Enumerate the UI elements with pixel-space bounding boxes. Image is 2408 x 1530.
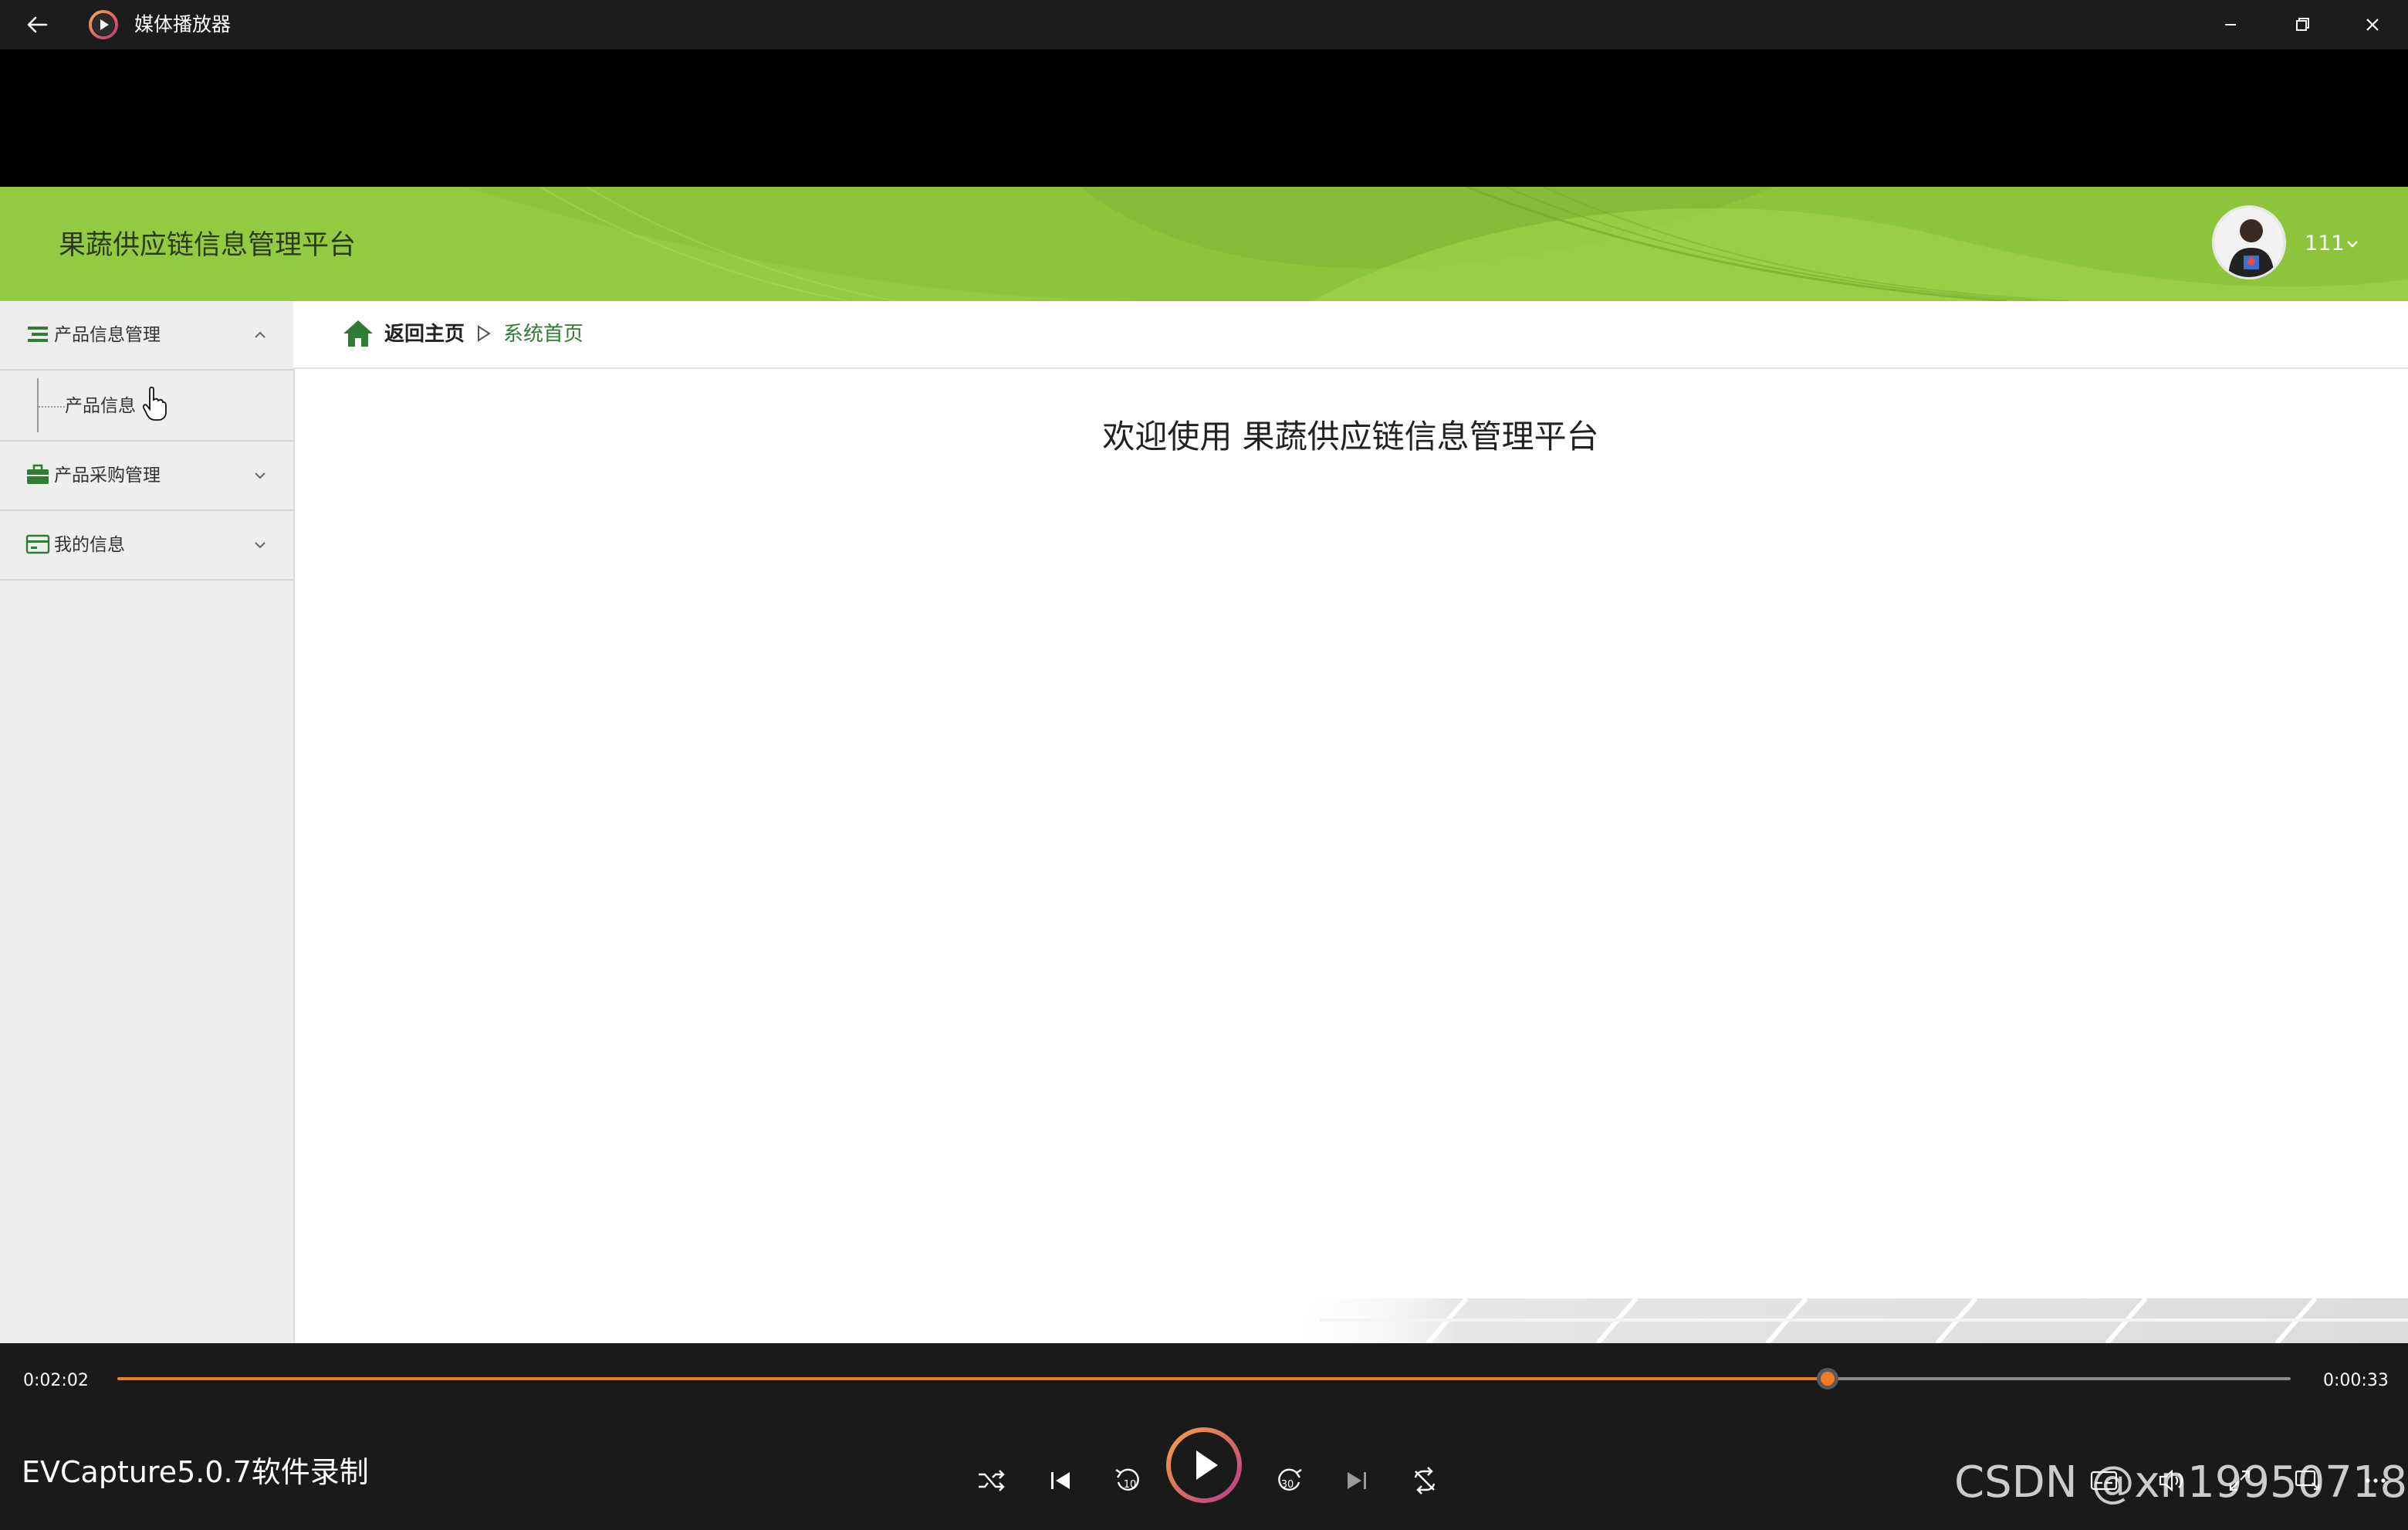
chevron-down-icon[interactable]	[252, 468, 269, 483]
current-time: 0:02:02	[23, 1371, 89, 1390]
site-title: 果蔬供应链信息管理平台	[59, 230, 357, 261]
sidebar-group-procurement[interactable]: 产品采购管理	[0, 440, 293, 511]
chevron-down-icon[interactable]	[252, 537, 269, 553]
media-player-app-icon	[89, 10, 118, 39]
user-name[interactable]: 111	[2305, 187, 2345, 301]
video-frame-webapp: 果蔬供应链信息管理平台 111 产品信息管理 产品信息 产品采购管理 我的信息 …	[0, 187, 2408, 1343]
rewind-10-icon[interactable]: 10	[1110, 1462, 1147, 1499]
breadcrumb-current[interactable]: 系统首页	[503, 301, 583, 367]
hand-pointer-cursor-icon	[142, 386, 167, 421]
tree-line	[39, 406, 65, 408]
shuffle-icon[interactable]	[972, 1462, 1010, 1499]
next-icon[interactable]	[1338, 1462, 1375, 1499]
watermark-text: CSDN @xn19950718	[1954, 1457, 2408, 1508]
sidebar-item-product-info[interactable]: 产品信息	[0, 371, 293, 440]
svg-text:30: 30	[1281, 1479, 1294, 1491]
user-avatar[interactable]	[2212, 205, 2286, 279]
breadcrumb: 返回主页 系统首页	[293, 301, 2408, 369]
chevron-down-icon[interactable]	[2345, 236, 2360, 252]
back-arrow-icon[interactable]	[20, 9, 54, 40]
triangle-right-icon	[478, 325, 491, 342]
window-titlebar: 媒体播放器	[0, 0, 2408, 49]
tree-line	[37, 378, 39, 432]
sidebar-group-label: 产品采购管理	[54, 465, 161, 486]
svg-text:10: 10	[1124, 1479, 1137, 1491]
sidebar-group-product-info[interactable]: 产品信息管理	[0, 301, 293, 371]
sidebar-item-label: 产品信息	[65, 396, 136, 416]
window-title: 媒体播放器	[134, 13, 232, 36]
play-icon[interactable]	[1165, 1427, 1243, 1504]
seek-bar[interactable]	[117, 1376, 2291, 1382]
previous-icon[interactable]	[1042, 1462, 1079, 1499]
welcome-heading: 欢迎使用 果蔬供应链信息管理平台	[1102, 418, 1599, 455]
briefcase-icon	[27, 464, 49, 484]
breadcrumb-home-link[interactable]: 返回主页	[384, 301, 465, 367]
sidebar-group-label: 我的信息	[54, 535, 125, 555]
sidebar-group-label: 产品信息管理	[54, 325, 161, 345]
minimize-icon[interactable]	[2207, 6, 2254, 43]
seek-thumb[interactable]	[1815, 1366, 1840, 1391]
remaining-time: 0:00:33	[2323, 1371, 2389, 1390]
restore-icon[interactable]	[2278, 6, 2325, 43]
decorative-tiles	[1289, 1298, 2408, 1343]
card-icon	[25, 534, 50, 554]
repeat-icon[interactable]	[1406, 1462, 1443, 1499]
header-background-waves	[0, 187, 2408, 301]
sidebar-menu: 产品信息管理 产品信息 产品采购管理 我的信息	[0, 301, 295, 1343]
chevron-up-icon[interactable]	[252, 327, 269, 343]
sidebar-group-my-info[interactable]: 我的信息	[0, 511, 293, 581]
home-icon[interactable]	[341, 318, 375, 349]
media-title: EVCapture5.0.7软件录制	[22, 1455, 369, 1489]
forward-30-icon[interactable]: 30	[1270, 1462, 1307, 1499]
app-header: 果蔬供应链信息管理平台 111	[0, 187, 2408, 301]
list-icon	[28, 327, 48, 342]
close-icon[interactable]	[2349, 6, 2396, 43]
